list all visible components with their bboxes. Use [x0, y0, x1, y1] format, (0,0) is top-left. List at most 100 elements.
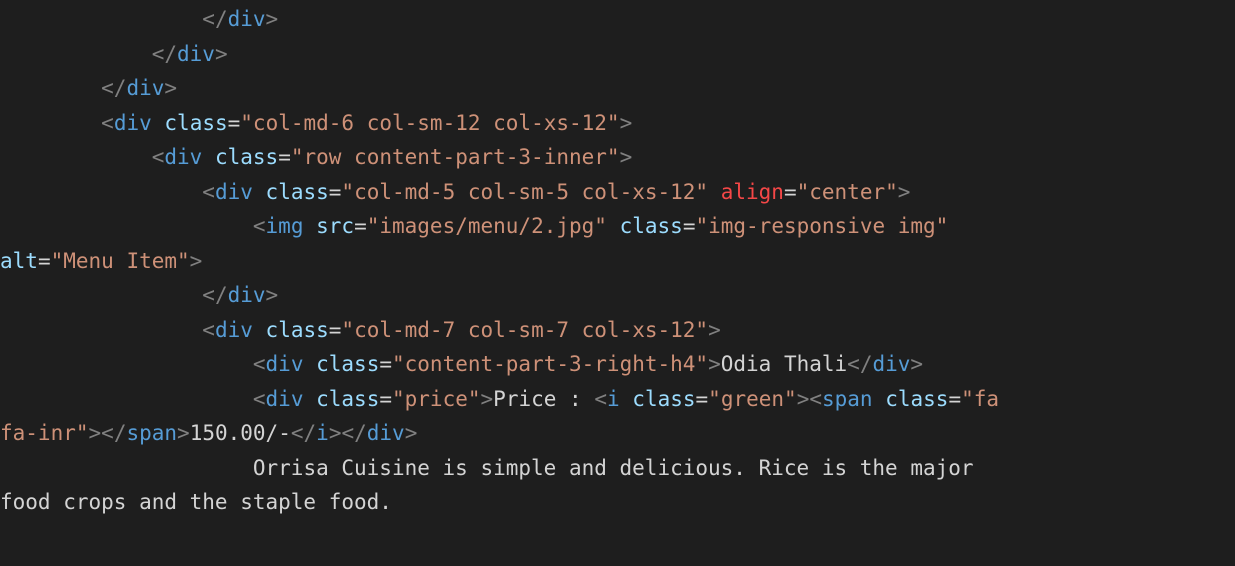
code-token: </: [290, 421, 317, 445]
code-token: div: [227, 283, 266, 307]
code-token: </: [151, 41, 178, 66]
code-token: <: [252, 386, 266, 411]
code-token: "Menu Item": [50, 248, 190, 273]
code-token: class: [265, 317, 329, 342]
code-line[interactable]: Orrisa Cuisine is simple and delicious. …: [0, 451, 1235, 486]
code-line[interactable]: food crops and the staple food.: [0, 485, 1235, 520]
code-token: class: [214, 145, 279, 169]
code-token: class: [265, 179, 329, 204]
code-token: class: [316, 386, 380, 411]
code-token: >: [910, 352, 924, 376]
code-token: img: [265, 214, 304, 238]
code-token: 150.00/-: [189, 421, 291, 445]
code-token: =: [682, 214, 696, 238]
code-token: "col-md-7 col-sm-7 col-xs-12": [341, 317, 709, 342]
code-line[interactable]: <div class="col-md-7 col-sm-7 col-xs-12"…: [0, 313, 1235, 348]
code-token: >: [708, 317, 721, 342]
code-token: <: [252, 214, 266, 238]
code-line[interactable]: fa-inr"></span>150.00/-</i></div>: [0, 416, 1235, 451]
code-token: div: [214, 317, 253, 342]
code-token: "images/menu/2.jpg": [366, 214, 607, 238]
code-token: >: [265, 283, 279, 307]
code-line[interactable]: <img src="images/menu/2.jpg" class="img-…: [0, 209, 1235, 244]
code-token: >: [214, 41, 228, 66]
code-token: <: [594, 386, 607, 411]
code-token: div: [265, 352, 304, 376]
code-token: =: [379, 352, 392, 376]
code-line[interactable]: <div class="row content-part-3-inner">: [0, 140, 1235, 175]
code-token: >: [265, 7, 279, 31]
code-token: =: [278, 145, 291, 169]
code-token: div: [265, 386, 304, 411]
code-token: =: [783, 179, 797, 204]
code-token: =: [37, 248, 51, 273]
code-token: class: [619, 214, 683, 238]
code-token: div: [177, 41, 215, 66]
code-token: <: [101, 110, 114, 135]
code-token: >: [619, 145, 633, 169]
code-token: div: [113, 110, 152, 135]
code-token: <: [202, 317, 215, 342]
code-token: >: [404, 421, 418, 445]
code-editor[interactable]: </div> </div> </div> <div class="col-md-…: [0, 0, 1235, 566]
code-token: =: [948, 386, 962, 411]
code-token: </: [101, 76, 127, 100]
code-token: >: [177, 421, 190, 445]
code-token: src: [316, 214, 355, 238]
code-line[interactable]: <div class="price">Price : <i class="gre…: [0, 382, 1235, 417]
code-token: >: [708, 352, 721, 376]
code-token: div: [872, 352, 911, 376]
code-line[interactable]: </div>: [0, 71, 1235, 106]
code-token: div: [214, 179, 253, 204]
code-token: div: [126, 76, 165, 100]
code-token: "green": [708, 386, 797, 411]
code-token: >: [480, 386, 494, 411]
code-line[interactable]: </div>: [0, 37, 1235, 72]
code-line[interactable]: </div>: [0, 278, 1235, 313]
code-token: <: [809, 386, 822, 411]
code-token: align: [720, 179, 784, 204]
code-line[interactable]: alt="Menu Item">: [0, 244, 1235, 279]
code-token: "price": [392, 386, 481, 411]
code-token: </: [202, 7, 228, 31]
code-token: fa-inr": [0, 421, 89, 445]
code-token: div: [366, 421, 405, 445]
code-token: "img-responsive img": [695, 214, 949, 238]
code-token: </: [341, 421, 367, 445]
code-token: "fa: [961, 386, 1000, 411]
code-token: span: [822, 386, 873, 411]
code-token: </: [202, 283, 228, 307]
code-token: "content-part-3-right-h4": [392, 352, 709, 376]
code-line[interactable]: <div class="col-md-5 col-sm-5 col-xs-12"…: [0, 175, 1235, 210]
code-token: =: [227, 110, 241, 135]
code-token: >: [189, 248, 203, 273]
code-token: <: [151, 145, 165, 169]
code-token: </: [847, 352, 873, 376]
code-line[interactable]: </div>: [0, 2, 1235, 37]
code-line[interactable]: <div class="col-md-6 col-sm-12 col-xs-12…: [0, 106, 1235, 141]
code-token: span: [126, 421, 178, 445]
code-line[interactable]: <div class="content-part-3-right-h4">Odi…: [0, 347, 1235, 382]
code-token: "center": [796, 179, 898, 204]
code-token: class: [885, 386, 949, 411]
code-token: =: [328, 317, 342, 342]
code-token: <: [202, 179, 215, 204]
